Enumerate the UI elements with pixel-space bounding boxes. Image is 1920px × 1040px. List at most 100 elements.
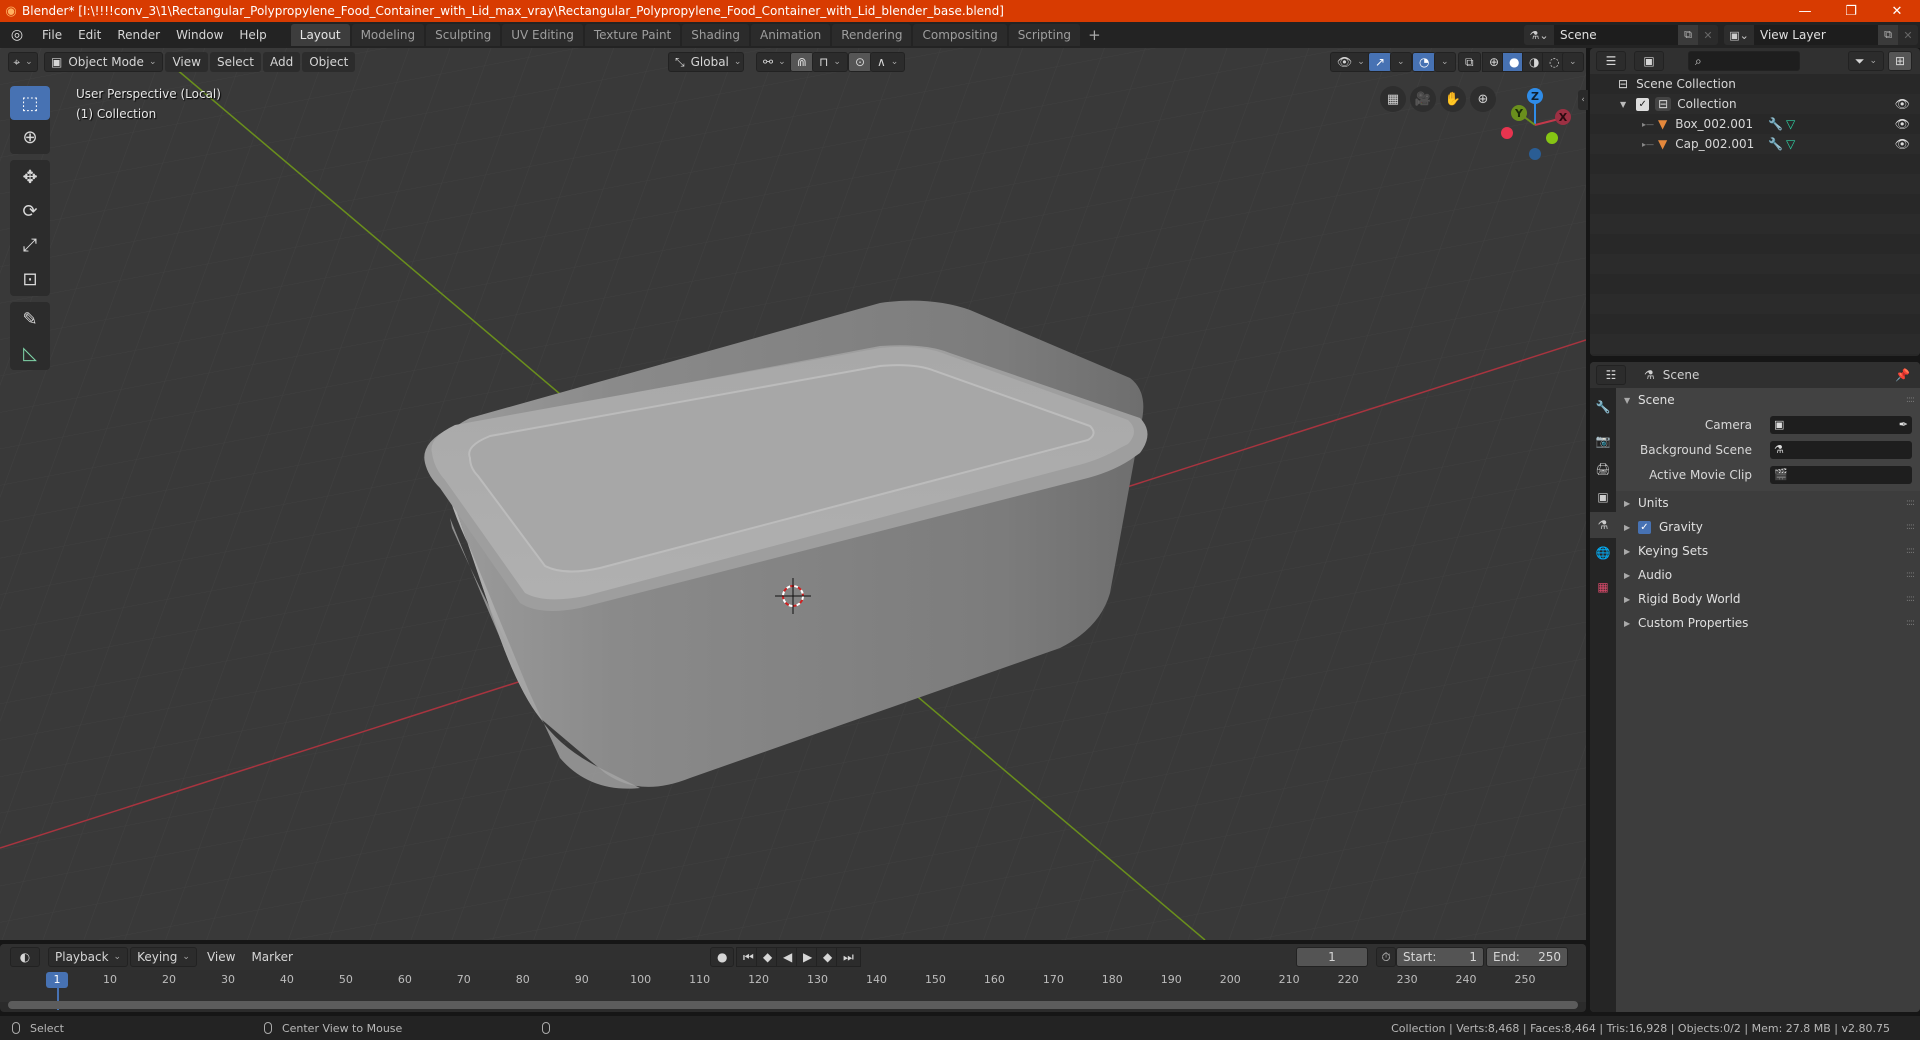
view-layer-icon[interactable]: ▣⌄ (1724, 25, 1754, 45)
modifier-wrench-icon[interactable]: 🔧 (1768, 117, 1783, 131)
start-frame-field[interactable]: Start: 1 (1396, 947, 1484, 967)
move-tool[interactable]: ✥ (10, 160, 50, 194)
tab-rendering[interactable]: Rendering (832, 24, 912, 46)
pivot-point-selector[interactable]: ⚯ ⌄ (756, 52, 793, 72)
shading-options[interactable]: ⌄ (1562, 52, 1584, 72)
tab-texture-paint[interactable]: Texture Paint (584, 24, 681, 46)
close-button[interactable]: ✕ (1874, 0, 1920, 22)
panel-units[interactable]: ▶ Units :::: (1616, 491, 1920, 515)
marker-menu[interactable]: Marker (243, 946, 300, 968)
drag-grip-icon[interactable]: :::: (1906, 618, 1915, 628)
mode-selector[interactable]: ▣ Object Mode ⌄ (44, 52, 164, 72)
delete-view-layer-button[interactable]: ✕ (1898, 25, 1918, 45)
outliner-row-collection[interactable]: ▼ ✓ ⊟ Collection 👁 (1590, 94, 1920, 114)
toggle-camera-ortho-button[interactable]: ▦ (1380, 86, 1406, 112)
panel-audio[interactable]: ▶ Audio :::: (1616, 563, 1920, 587)
3d-viewport[interactable]: Z Y X (0, 48, 1586, 940)
outliner-row-scene-collection[interactable]: ⊟ Scene Collection (1590, 74, 1920, 94)
rotate-tool[interactable]: ⟳ (10, 194, 50, 228)
pin-icon[interactable]: 📌 (1895, 368, 1910, 382)
outliner-search-input[interactable]: ⌕ (1688, 51, 1800, 71)
tab-layout[interactable]: Layout (290, 24, 350, 46)
editor-type-button[interactable]: ⌖ ⌄ (8, 52, 38, 72)
tab-scripting[interactable]: Scripting (1008, 24, 1081, 46)
timeline-scrollbar[interactable] (8, 1001, 1578, 1009)
gravity-checkbox[interactable]: ✓ (1638, 520, 1651, 534)
zoom-view-button[interactable]: ⊕ (1470, 86, 1496, 112)
timeline-editor-type[interactable]: ◐ (10, 947, 40, 967)
view-menu[interactable]: View (165, 52, 208, 72)
sidebar-toggle[interactable]: ‹ (1578, 90, 1588, 110)
tab-render[interactable]: 📷 (1590, 428, 1616, 454)
current-frame-indicator[interactable]: 1 (46, 972, 68, 988)
gizmo-neg-z[interactable] (1529, 148, 1541, 160)
drag-grip-icon[interactable]: :::: (1906, 594, 1915, 604)
panel-gravity[interactable]: ▶ ✓ Gravity :::: (1616, 515, 1920, 539)
panel-rigid-body-world[interactable]: ▶ Rigid Body World :::: (1616, 587, 1920, 611)
current-frame-field[interactable]: 1 (1296, 947, 1368, 967)
menu-window[interactable]: Window (168, 24, 231, 46)
visibility-eye-icon[interactable]: 👁 (1895, 137, 1910, 151)
playback-menu[interactable]: Playback ⌄ (48, 947, 129, 967)
properties-editor-type[interactable]: ☷ (1596, 365, 1626, 385)
overlays-options[interactable]: ⌄ (1434, 52, 1456, 72)
end-frame-field[interactable]: End: 250 (1486, 947, 1568, 967)
expand-triangle-icon[interactable]: ▼ (1620, 100, 1626, 109)
select-box-tool[interactable]: ⬚ (10, 86, 50, 120)
timeline-ruler[interactable]: 10 20 30 40 50 60 70 80 90 100 110 120 130 140 150 160 1… (0, 970, 1586, 990)
tab-texture[interactable]: ▦ (1590, 574, 1616, 600)
filter-button[interactable]: ⏷ ⌄ (1847, 51, 1884, 71)
outliner-row-object[interactable]: ▸— ▼ Box_002.001 🔧 ▽ 👁 (1590, 114, 1920, 134)
outliner-row-object[interactable]: ▸— ▼ Cap_002.001 🔧 ▽ 👁 (1590, 134, 1920, 154)
collection-exclude-checkbox[interactable]: ✓ (1636, 97, 1650, 111)
object-menu[interactable]: Object (302, 52, 356, 72)
display-mode-selector[interactable]: ▣ (1634, 51, 1664, 71)
timeline-view-menu[interactable]: View (199, 946, 243, 968)
delete-scene-button[interactable]: ✕ (1698, 25, 1718, 45)
drag-grip-icon[interactable]: :::: (1906, 498, 1915, 508)
blender-menu-icon[interactable]: ◎ (0, 27, 34, 43)
add-menu[interactable]: Add (263, 52, 301, 72)
transform-tool[interactable]: ⊡ (10, 262, 50, 296)
gizmo-toggle[interactable]: ↗ (1368, 52, 1393, 72)
pan-view-button[interactable]: ✋ (1440, 86, 1466, 112)
scale-tool[interactable]: ⤢ (10, 228, 50, 262)
panel-custom-properties[interactable]: ▶ Custom Properties :::: (1616, 611, 1920, 635)
add-workspace-button[interactable]: + (1082, 24, 1107, 46)
drag-grip-icon[interactable]: :::: (1906, 570, 1915, 580)
tab-scene[interactable]: ⚗︎ (1590, 512, 1616, 538)
snap-toggle[interactable]: ⋒ (790, 52, 815, 72)
tab-modeling[interactable]: Modeling (351, 24, 425, 46)
select-menu[interactable]: Select (209, 52, 261, 72)
cursor-tool[interactable]: ⊕ (10, 120, 50, 154)
annotate-tool[interactable]: ✎ (10, 302, 50, 336)
drag-grip-icon[interactable]: :::: (1906, 395, 1915, 405)
new-collection-button[interactable]: ⊞ (1887, 51, 1912, 71)
maximize-button[interactable]: ❐ (1828, 0, 1874, 22)
tab-output[interactable]: 🖨 (1590, 456, 1616, 482)
modifier-wrench-icon[interactable]: 🔧 (1768, 137, 1783, 151)
menu-file[interactable]: File (34, 24, 70, 46)
visibility-eye-icon[interactable]: 👁 (1895, 117, 1910, 131)
new-view-layer-button[interactable]: ⧉ (1878, 25, 1898, 45)
gizmo-neg-x[interactable] (1501, 127, 1513, 139)
measure-tool[interactable]: ◺ (10, 336, 50, 370)
tab-uv-editing[interactable]: UV Editing (502, 24, 583, 46)
tab-compositing[interactable]: Compositing (913, 24, 1007, 46)
view-layer-name-field[interactable]: View Layer (1754, 25, 1878, 45)
gizmo-options[interactable]: ⌄ (1390, 52, 1412, 72)
background-scene-field[interactable]: ⚗︎ (1770, 440, 1912, 459)
tab-tool[interactable]: 🔧 (1590, 394, 1616, 420)
overlays-toggle[interactable]: ◔ (1412, 52, 1437, 72)
proportional-edit-toggle[interactable]: ⊙ (848, 52, 873, 72)
tab-shading[interactable]: Shading (682, 24, 749, 46)
eyedropper-icon[interactable]: ✒ (1899, 418, 1908, 431)
tab-world[interactable]: 🌐 (1590, 540, 1616, 566)
xray-toggle[interactable]: ⧉ (1458, 52, 1481, 72)
new-scene-button[interactable]: ⧉ (1678, 25, 1698, 45)
scene-icon[interactable]: ⚗︎⌄ (1524, 25, 1554, 45)
mesh-data-icon[interactable]: ▽ (1786, 117, 1795, 131)
minimize-button[interactable]: — (1782, 0, 1828, 22)
menu-render[interactable]: Render (109, 24, 168, 46)
drag-grip-icon[interactable]: :::: (1906, 522, 1915, 532)
